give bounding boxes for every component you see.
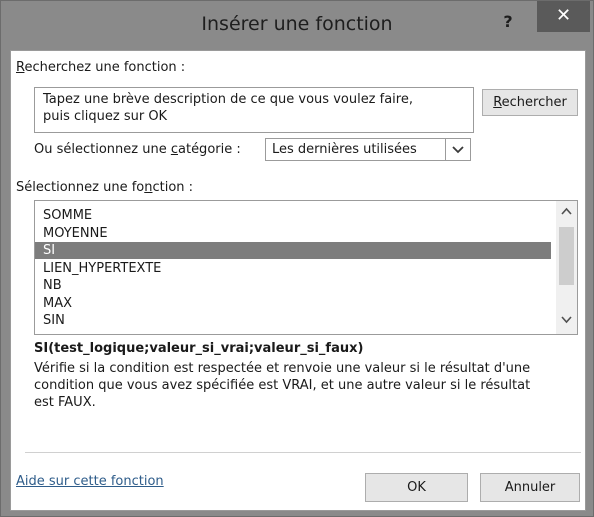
title-bar[interactable]: Insérer une fonction ? ✕ <box>1 1 593 50</box>
chevron-down-icon <box>452 146 464 154</box>
category-select[interactable]: Les dernières utilisées <box>265 138 471 161</box>
function-list-label-text1: Sélectionnez une fo <box>16 180 145 195</box>
footer-separator <box>25 452 581 453</box>
category-label-text2: atégorie : <box>178 142 241 157</box>
function-list-item[interactable]: NB <box>35 277 551 294</box>
scroll-up-arrow-icon[interactable] <box>556 205 577 220</box>
help-on-function-link[interactable]: Aide sur cette fonction <box>16 474 164 489</box>
help-button[interactable]: ? <box>495 9 521 35</box>
category-label-text1: Ou sélectionnez une <box>34 142 171 157</box>
category-dropdown-arrow[interactable] <box>445 139 470 160</box>
function-list-item[interactable]: MOYENNE <box>35 225 551 242</box>
function-listbox[interactable]: SIN MAX NB LIEN_HYPERTEXTE SI MOYENNE SOMME <box>34 200 578 335</box>
category-selected-value: Les dernières utilisées <box>272 142 417 157</box>
search-input[interactable]: Tapez une brève description de ce que vo… <box>34 87 474 133</box>
scrollbar-thumb[interactable] <box>559 227 574 285</box>
function-syntax: SI(test_logique;valeur_si_vrai;valeur_si… <box>34 341 364 356</box>
function-description-line3: est FAUX. <box>34 395 96 410</box>
function-description-line1: Vérifie si la condition est respectée et… <box>34 361 531 376</box>
close-button[interactable]: ✕ <box>537 1 590 32</box>
search-button-text: echercher <box>501 95 567 110</box>
search-label-text: echerchez une fonction : <box>24 60 186 75</box>
function-list-label-accel: n <box>144 180 153 195</box>
category-label-accel: c <box>170 142 178 157</box>
insert-function-dialog: Insérer une fonction ? ✕ Recherchez une … <box>0 0 594 517</box>
search-button-accel: R <box>493 95 502 110</box>
search-text-line1: Tapez une brève description de ce que vo… <box>43 92 413 107</box>
ok-button[interactable]: OK <box>365 473 468 502</box>
function-description-line2: condition que vous avez spécifiée est VR… <box>34 378 531 393</box>
function-list-label: Sélectionnez une fonction : <box>16 180 193 195</box>
dialog-body: Recherchez une fonction : Tapez une brèv… <box>10 50 586 511</box>
close-icon: ✕ <box>555 5 572 26</box>
search-text-line2: puis cliquez sur OK <box>43 109 168 124</box>
cancel-button[interactable]: Annuler <box>480 473 580 502</box>
function-list-item[interactable]: SIN <box>35 312 551 329</box>
search-button[interactable]: Rechercher <box>482 89 578 116</box>
function-list-item[interactable]: SOMME <box>35 207 551 224</box>
function-list-item[interactable]: SI <box>35 242 551 259</box>
list-scrollbar[interactable] <box>556 201 577 334</box>
category-label: Ou sélectionnez une catégorie : <box>34 142 241 157</box>
scroll-down-arrow-icon[interactable] <box>556 314 577 329</box>
function-list-label-text2: ction : <box>152 180 194 195</box>
function-list-item[interactable]: MAX <box>35 295 551 312</box>
function-list-item[interactable]: LIEN_HYPERTEXTE <box>35 260 551 277</box>
search-label: Recherchez une fonction : <box>16 60 185 75</box>
